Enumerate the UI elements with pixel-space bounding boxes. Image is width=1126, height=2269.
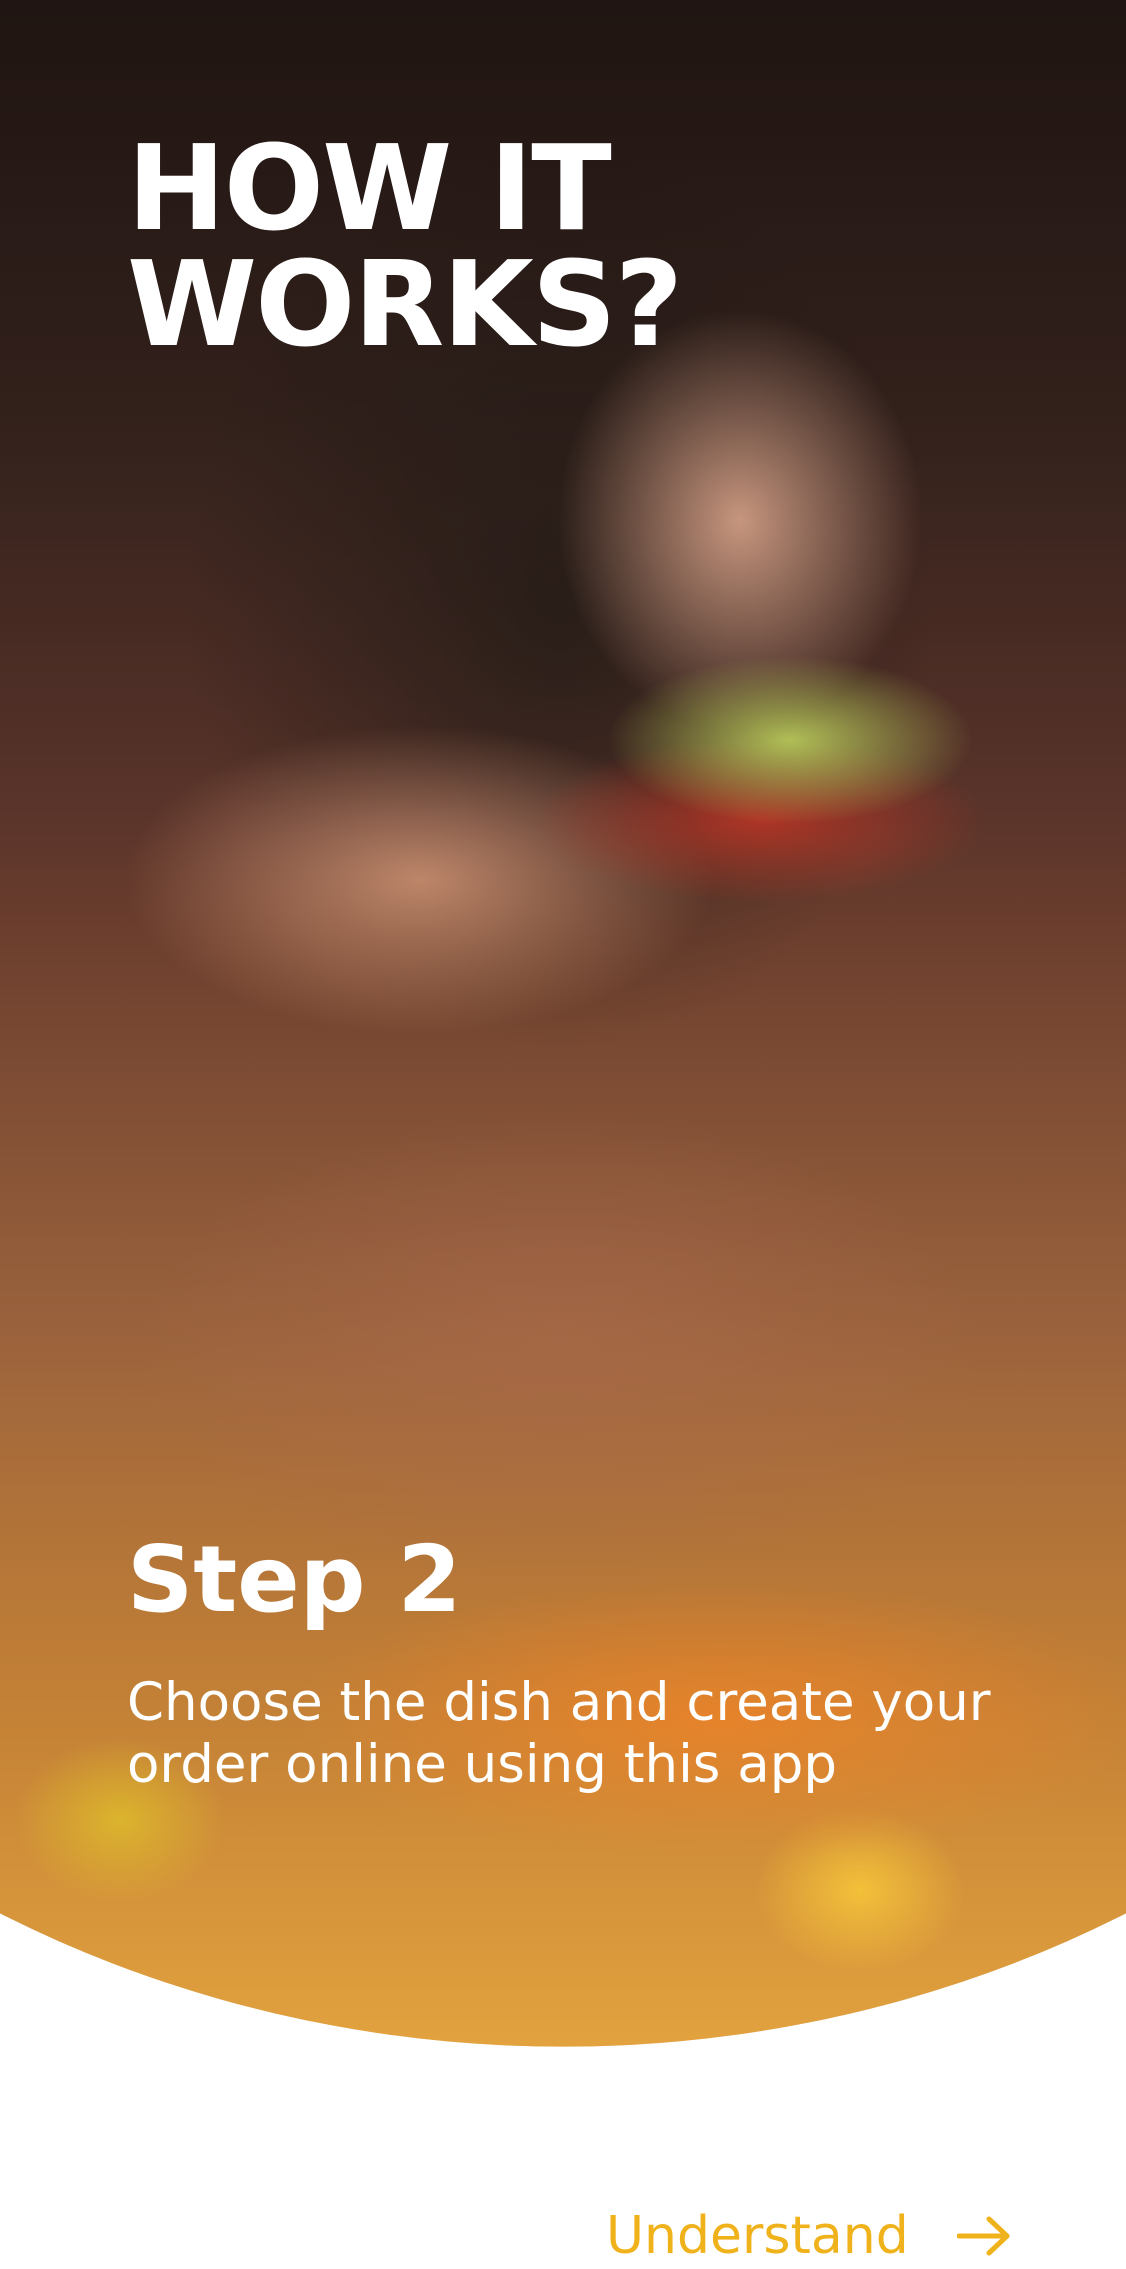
step-description: Choose the dish and create your order on… bbox=[127, 1672, 991, 1795]
understand-button-label: Understand bbox=[606, 2206, 909, 2266]
step-label: Step 2 bbox=[127, 1526, 462, 1633]
understand-button[interactable]: Understand bbox=[606, 2206, 1011, 2266]
onboarding-screen: HOW IT WORKS? Step 2 Choose the dish and… bbox=[0, 0, 1126, 2269]
page-title: HOW IT WORKS? bbox=[127, 119, 683, 373]
arrow-right-icon bbox=[956, 2216, 1010, 2256]
